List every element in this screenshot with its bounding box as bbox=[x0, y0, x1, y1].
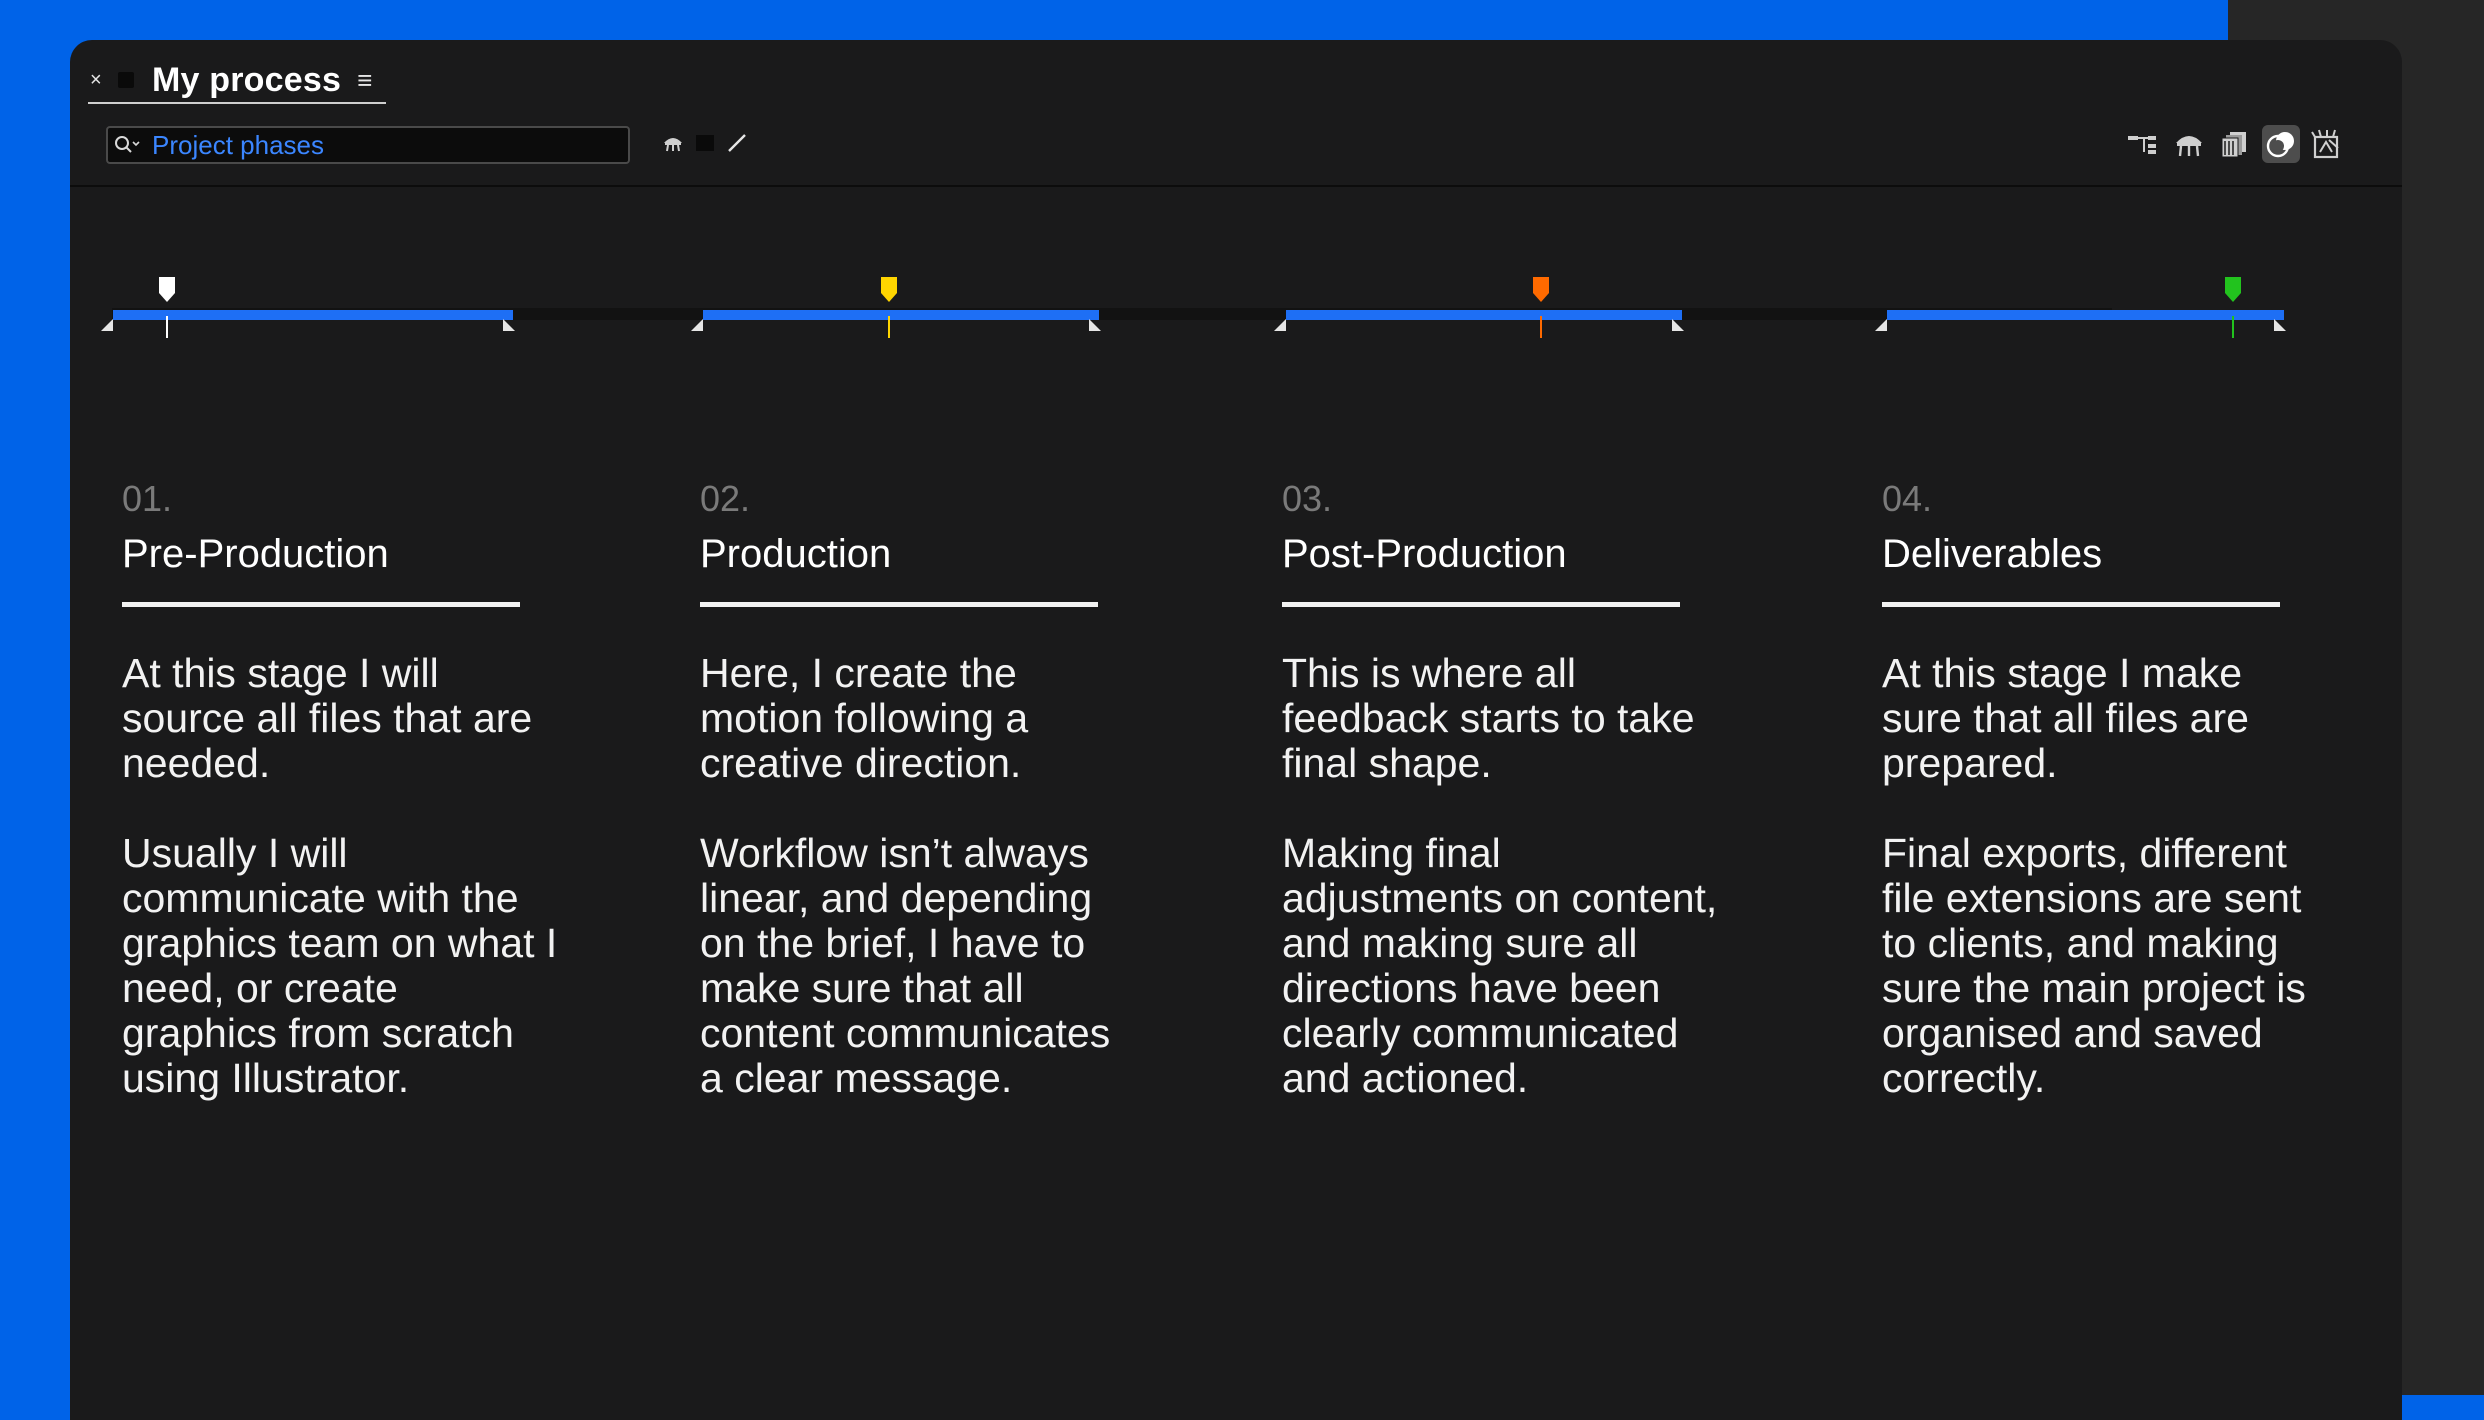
phase-bar-2-start-handle[interactable] bbox=[691, 319, 703, 331]
phase-number: 02. bbox=[700, 478, 751, 519]
phase-column-2: 02. Production Here, I create the motion… bbox=[700, 476, 1140, 1146]
phase-title: Pre-Production bbox=[122, 532, 389, 576]
phase-bar-3[interactable] bbox=[1286, 310, 1682, 320]
parent-link-icon[interactable] bbox=[2124, 125, 2162, 163]
phase-title-underline bbox=[1282, 602, 1680, 607]
phase-bar-4-end-handle[interactable] bbox=[2274, 319, 2286, 331]
phase-marker-3[interactable] bbox=[1532, 276, 1550, 304]
panel-tab[interactable]: × My process ≡ bbox=[88, 58, 386, 104]
shy-layers-icon[interactable] bbox=[660, 130, 686, 156]
phase-column-1: 01. Pre-Production At this stage I will … bbox=[122, 476, 562, 1146]
search-input[interactable] bbox=[148, 129, 612, 161]
timeline-mini-tools bbox=[660, 130, 750, 156]
label-color-swatch[interactable] bbox=[118, 72, 134, 88]
phase-paragraph: At this stage I make sure that all files… bbox=[1882, 650, 2249, 786]
motion-blur-icon[interactable] bbox=[724, 130, 750, 156]
mask-overlay-icon[interactable] bbox=[2262, 125, 2300, 163]
phase-bar-2[interactable] bbox=[703, 310, 1099, 320]
phase-description: This is where all feedback starts to tak… bbox=[1282, 651, 1722, 1101]
phase-marker-1-line bbox=[166, 316, 168, 338]
frame-blend-icon[interactable] bbox=[692, 130, 718, 156]
phase-title: Post-Production bbox=[1282, 532, 1567, 576]
phase-bar-4[interactable] bbox=[1887, 310, 2284, 320]
phase-paragraph: Here, I create the motion following a cr… bbox=[700, 650, 1029, 786]
phase-number: 03. bbox=[1282, 478, 1333, 519]
phase-title: Production bbox=[700, 532, 892, 576]
phase-marker-4[interactable] bbox=[2224, 276, 2242, 304]
shy-toggle-icon[interactable] bbox=[2170, 125, 2208, 163]
phase-paragraph: This is where all feedback starts to tak… bbox=[1282, 650, 1695, 786]
phase-bar-1-end-handle[interactable] bbox=[503, 319, 515, 331]
phase-title-underline bbox=[1882, 602, 2280, 607]
phase-marker-1[interactable] bbox=[158, 276, 176, 304]
panel-title: My process bbox=[152, 60, 342, 99]
phase-paragraph: Usually I will communicate with the grap… bbox=[122, 830, 558, 1101]
phase-bar-1-start-handle[interactable] bbox=[101, 319, 113, 331]
draft-3d-icon[interactable] bbox=[2308, 125, 2346, 163]
composition-panel: × My process ≡ Project phases 01. Pre-Pr… bbox=[70, 40, 2402, 1420]
close-icon[interactable]: × bbox=[90, 69, 112, 92]
phase-title-underline bbox=[700, 602, 1098, 607]
phase-column-4: 04. Deliverables At this stage I make su… bbox=[1882, 476, 2322, 1146]
phase-marker-2[interactable] bbox=[880, 276, 898, 304]
phase-description: At this stage I make sure that all files… bbox=[1882, 651, 2322, 1101]
phase-paragraph: Workflow isn’t always linear, and depend… bbox=[700, 830, 1111, 1101]
phase-marker-3-line bbox=[1540, 316, 1542, 338]
phase-paragraph: Final exports, different file extensions… bbox=[1882, 830, 2306, 1101]
phase-bar-2-end-handle[interactable] bbox=[1089, 319, 1101, 331]
layers-stack-icon[interactable] bbox=[2216, 125, 2254, 163]
search-icon[interactable] bbox=[108, 128, 148, 162]
phase-bar-3-start-handle[interactable] bbox=[1274, 319, 1286, 331]
phase-number: 01. bbox=[122, 478, 173, 519]
search-field[interactable] bbox=[106, 126, 630, 164]
phase-bar-1[interactable] bbox=[113, 310, 513, 320]
phase-title: Deliverables bbox=[1882, 532, 2103, 576]
phase-bar-4-start-handle[interactable] bbox=[1875, 319, 1887, 331]
phase-column-3: 03. Post-Production This is where all fe… bbox=[1282, 476, 1722, 1146]
phase-paragraph: Making final adjustments on content, and… bbox=[1282, 830, 1718, 1101]
panel-menu-icon[interactable]: ≡ bbox=[357, 65, 372, 96]
phase-title-underline bbox=[122, 602, 520, 607]
header-tools bbox=[2124, 125, 2346, 163]
phase-bar-3-end-handle[interactable] bbox=[1672, 319, 1684, 331]
header-divider bbox=[70, 185, 2402, 187]
phase-number: 04. bbox=[1882, 478, 1933, 519]
phase-paragraph: At this stage I will source all files th… bbox=[122, 650, 533, 786]
phase-marker-2-line bbox=[888, 316, 890, 338]
phase-marker-4-line bbox=[2232, 316, 2234, 338]
phase-description: Here, I create the motion following a cr… bbox=[700, 651, 1140, 1101]
phase-description: At this stage I will source all files th… bbox=[122, 651, 562, 1101]
